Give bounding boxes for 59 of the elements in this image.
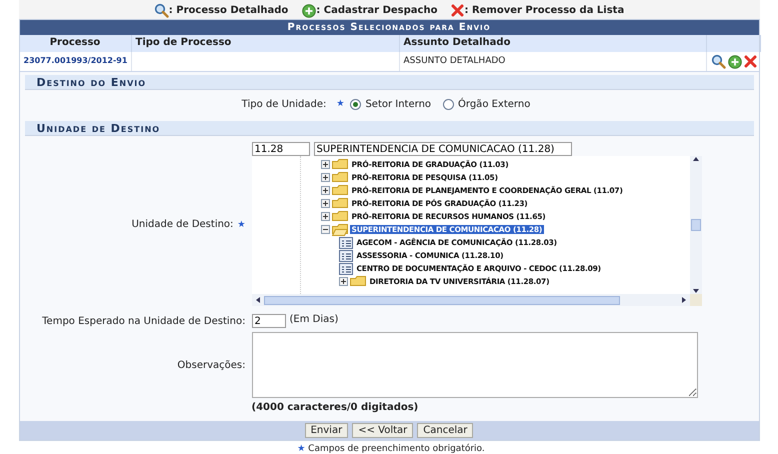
legend-text: : Cadastrar Despacho	[316, 5, 438, 16]
folder-icon	[332, 172, 348, 184]
folder-icon	[332, 210, 348, 222]
folder-icon	[332, 158, 348, 170]
form-button[interactable]: << Voltar	[352, 423, 414, 438]
scroll-up-icon[interactable]	[692, 156, 700, 162]
form-button[interactable]: Enviar	[304, 423, 348, 438]
section-title: Destino do Envio	[24, 75, 754, 90]
table-title: Processos Selecionados para Envio	[20, 20, 758, 35]
unit-text: (Em Dias)	[290, 314, 338, 327]
list-icon	[338, 236, 352, 248]
folder-icon	[332, 224, 348, 236]
expand-icon[interactable]	[320, 160, 330, 169]
radio-label: Órgão Externo	[458, 98, 530, 110]
code-field[interactable]: 11.28	[252, 142, 310, 156]
folder-icon	[350, 276, 366, 288]
close-icon[interactable]	[744, 55, 756, 68]
table-cell: ASSUNTO DETALHADO	[404, 56, 506, 66]
expand-icon[interactable]	[320, 186, 330, 195]
observations-field[interactable]	[252, 332, 698, 398]
vertical-scrollbar[interactable]	[690, 156, 702, 294]
scrollbar-corner	[690, 294, 702, 306]
field-label: Tipo de Unidade:	[242, 98, 326, 110]
required-icon: ★	[237, 220, 246, 230]
unit-name-field[interactable]: SUPERINTENDENCIA DE COMUNICACAO (11.28)	[314, 142, 572, 156]
expand-icon[interactable]	[320, 212, 330, 221]
horizontal-scrollbar[interactable]	[252, 294, 690, 306]
section-title: Unidade de Destino	[24, 121, 754, 136]
expand-icon[interactable]	[320, 173, 330, 182]
collapse-icon[interactable]	[320, 225, 330, 234]
folder-icon	[332, 184, 348, 196]
radio-button[interactable]	[443, 98, 454, 110]
form-button[interactable]: Cancelar	[417, 423, 474, 438]
folder-icon	[332, 198, 348, 210]
days-field[interactable]: 2	[252, 314, 286, 328]
required-icon: ★	[336, 99, 344, 109]
search-icon[interactable]	[710, 54, 726, 69]
expand-icon[interactable]	[320, 199, 330, 208]
expand-icon[interactable]	[338, 277, 348, 286]
scroll-thumb[interactable]	[690, 219, 700, 231]
radio-label: Setor Interno	[365, 98, 432, 110]
add-icon[interactable]	[728, 54, 742, 68]
list-icon	[338, 250, 352, 262]
close-icon	[451, 4, 464, 17]
scroll-thumb[interactable]	[264, 296, 620, 304]
required-icon: ★	[297, 444, 306, 454]
field-label: Unidade de Destino:	[132, 218, 234, 230]
scroll-left-icon[interactable]	[254, 296, 262, 304]
field-label: Tempo Esperado na Unidade de Destino:	[41, 316, 246, 326]
scroll-right-icon[interactable]	[680, 296, 688, 304]
character-counter: (4000 caracteres/0 digitados)	[252, 402, 420, 413]
note-text: Campos de preenchimento obrigatório.	[308, 444, 485, 454]
process-link[interactable]: 23077.001993/2012-91	[24, 56, 128, 65]
list-icon	[338, 262, 352, 274]
field-label: Observações:	[176, 360, 246, 370]
legend-text: : Remover Processo da Lista	[464, 5, 624, 16]
legend-text: : Processo Detalhado	[168, 5, 288, 16]
search-icon	[154, 3, 169, 18]
radio-button[interactable]	[350, 98, 362, 110]
